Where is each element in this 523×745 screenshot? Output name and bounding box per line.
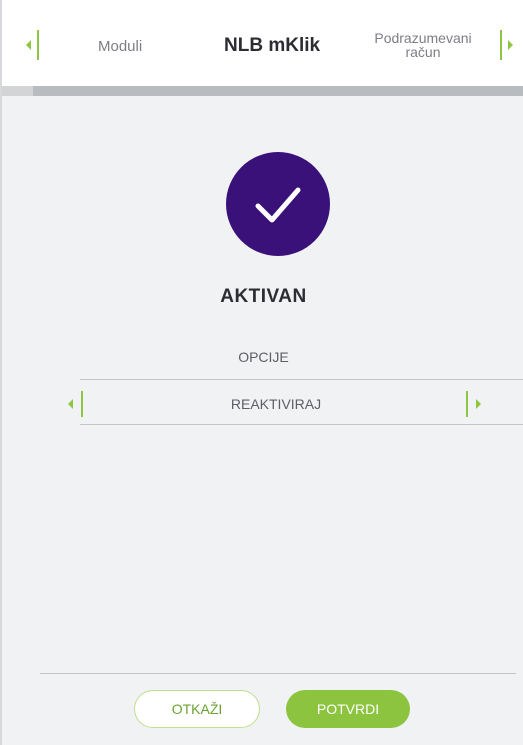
confirm-button[interactable]: POTVRDI xyxy=(286,690,410,728)
app-frame: Moduli NLB mKlik Podrazumevani račun AKT… xyxy=(0,0,523,745)
footer-divider xyxy=(40,673,516,674)
checkmark-icon xyxy=(255,187,301,223)
status-indicator xyxy=(226,152,330,256)
nav-divider xyxy=(500,30,502,60)
divider xyxy=(80,379,523,380)
chevron-right-icon xyxy=(476,399,481,409)
nav-prev-label[interactable]: Moduli xyxy=(98,38,142,55)
option-value: REAKTIVIRAJ xyxy=(230,396,322,412)
option-selector[interactable]: REAKTIVIRAJ xyxy=(68,390,494,418)
chevron-right-icon xyxy=(508,40,513,50)
selector-divider xyxy=(466,391,468,417)
nav-next-label-line2: račun xyxy=(405,44,441,60)
nav-next-label-line1: Podrazumevani xyxy=(374,30,472,46)
nav-next-label[interactable]: Podrazumevani račun xyxy=(358,31,488,59)
options-title: OPCIJE xyxy=(238,349,289,365)
top-navigation: Moduli NLB mKlik Podrazumevani račun xyxy=(2,0,523,86)
progress-fill xyxy=(2,86,33,96)
progress-bar xyxy=(2,86,523,96)
status-label: AKTIVAN xyxy=(220,286,307,307)
main-content: AKTIVAN OPCIJE REAKTIVIRAJ OTKAŽI POTVRD… xyxy=(2,96,523,745)
cancel-button[interactable]: OTKAŽI xyxy=(134,690,260,728)
divider xyxy=(80,424,523,425)
nav-prev-button[interactable] xyxy=(26,30,52,60)
nav-next-button[interactable] xyxy=(500,30,523,60)
nav-divider xyxy=(37,30,39,60)
option-next-button[interactable] xyxy=(466,390,481,418)
chevron-left-icon xyxy=(26,40,31,50)
page-title: NLB mKlik xyxy=(224,35,321,56)
